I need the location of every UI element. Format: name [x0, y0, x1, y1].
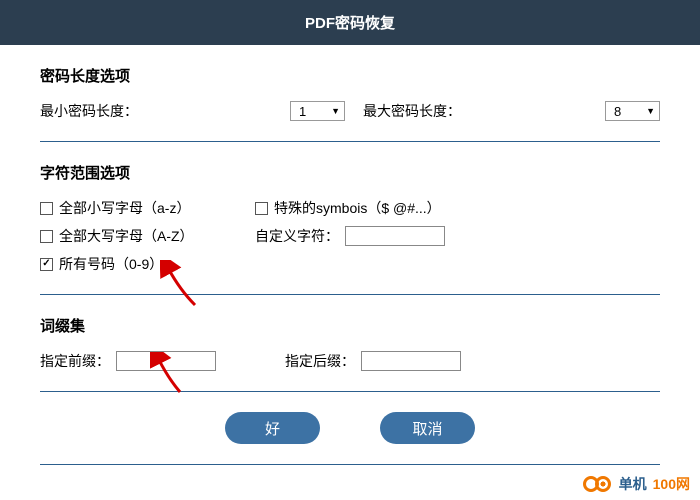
custom-char-input[interactable] [345, 226, 445, 246]
suffix-label: 指定后缀： [285, 351, 355, 371]
max-length-select[interactable]: 8 ▼ [605, 101, 660, 121]
chevron-down-icon: ▼ [331, 106, 340, 116]
min-length-label: 最小密码长度： [40, 101, 290, 121]
max-length-value: 8 [614, 104, 621, 119]
numbers-checkbox-item[interactable]: 所有号码（0-9） [40, 254, 255, 274]
affix-row: 指定前缀： 指定后缀： [40, 351, 660, 371]
numbers-label: 所有号码（0-9） [59, 254, 163, 274]
watermark-text2: 100网 [653, 474, 690, 494]
affix-section-title: 词缀集 [40, 315, 660, 336]
suffix-input[interactable] [361, 351, 461, 371]
lowercase-checkbox-item[interactable]: 全部小写字母（a-z） [40, 198, 255, 218]
checkbox-icon [255, 202, 268, 215]
chevron-down-icon: ▼ [646, 106, 655, 116]
max-length-label: 最大密码长度： [363, 101, 605, 121]
suffix-group: 指定后缀： [285, 351, 461, 371]
length-row: 最小密码长度： 1 ▼ 最大密码长度： 8 ▼ [40, 101, 660, 121]
min-length-select[interactable]: 1 ▼ [290, 101, 345, 121]
charset-section: 字符范围选项 全部小写字母（a-z） 特殊的symbois（$ @#...） 全… [40, 142, 660, 295]
checkbox-icon [40, 230, 53, 243]
length-section: 密码长度选项 最小密码长度： 1 ▼ 最大密码长度： 8 ▼ [40, 45, 660, 142]
watermark-text1: 单机 [619, 474, 647, 494]
length-section-title: 密码长度选项 [40, 65, 660, 86]
uppercase-label: 全部大写字母（A-Z） [59, 226, 194, 246]
custom-char-row: 自定义字符： [255, 226, 660, 246]
lowercase-label: 全部小写字母（a-z） [59, 198, 190, 218]
checkbox-checked-icon [40, 258, 53, 271]
charset-grid: 全部小写字母（a-z） 特殊的symbois（$ @#...） 全部大写字母（A… [40, 198, 660, 274]
button-row: 好 取消 [40, 392, 660, 465]
prefix-group: 指定前缀： [40, 351, 285, 371]
symbols-label: 特殊的symbois（$ @#...） [274, 198, 441, 218]
symbols-checkbox-item[interactable]: 特殊的symbois（$ @#...） [255, 198, 660, 218]
watermark: 单机 100网 [583, 474, 690, 494]
uppercase-checkbox-item[interactable]: 全部大写字母（A-Z） [40, 226, 255, 246]
dialog-content: 密码长度选项 最小密码长度： 1 ▼ 最大密码长度： 8 ▼ 字符范围选项 全部… [0, 45, 700, 392]
cancel-button[interactable]: 取消 [380, 412, 475, 444]
min-length-value: 1 [299, 104, 306, 119]
prefix-input[interactable] [116, 351, 216, 371]
affix-section: 词缀集 指定前缀： 指定后缀： [40, 295, 660, 392]
custom-char-label: 自定义字符： [255, 226, 339, 246]
checkbox-icon [40, 202, 53, 215]
charset-section-title: 字符范围选项 [40, 162, 660, 183]
dialog-header: PDF密码恢复 [0, 0, 700, 45]
prefix-label: 指定前缀： [40, 351, 110, 371]
dialog-title: PDF密码恢复 [305, 15, 395, 32]
ok-button[interactable]: 好 [225, 412, 320, 444]
watermark-logo-icon [583, 474, 613, 494]
